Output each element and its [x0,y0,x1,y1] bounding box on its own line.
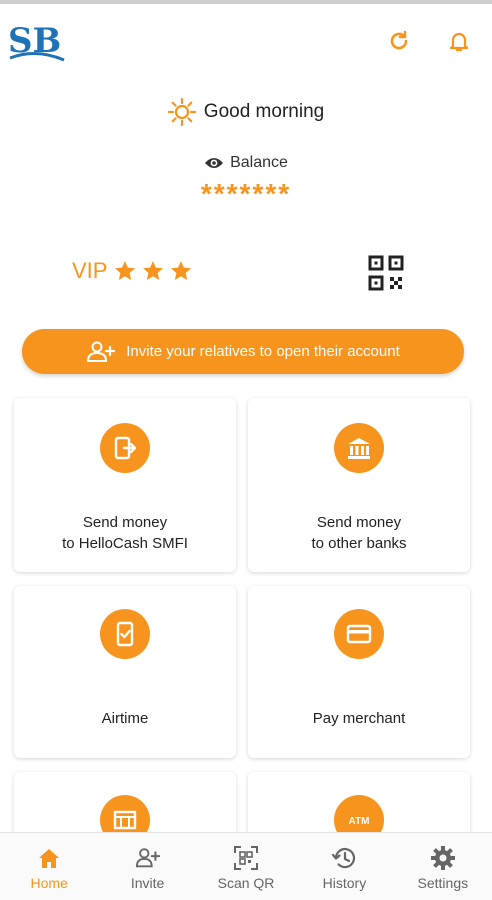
bottom-navigation: Home Invite Scan QR History Settings [0,832,492,900]
refresh-button[interactable] [384,26,414,56]
mobile-check-icon [100,609,150,659]
services-grid: Send money to HelloCash SMFI Send money … [0,392,492,832]
vip-stars [113,259,193,283]
atm-icon: ATM [334,795,384,832]
home-icon [36,845,62,871]
star-icon [171,261,192,280]
card-label: Send money to other banks [311,514,407,552]
notifications-button[interactable] [444,26,474,56]
svg-text:ATM: ATM [349,816,370,827]
star-icon [143,261,164,280]
nav-settings[interactable]: Settings [394,833,492,900]
scan-qr-icon [233,845,259,871]
star-icon [115,261,136,280]
nav-label: Invite [130,875,165,891]
eye-icon [205,158,224,168]
store-icon [100,795,150,832]
nav-label: Scan QR [217,875,275,891]
brand-logo: SB [6,14,68,70]
atm-card[interactable]: ATM [248,772,470,832]
nav-label: Settings [417,875,469,891]
nav-label: Home [30,875,68,891]
balance-label: Balance [230,154,288,171]
send-money-hellocash-card[interactable]: Send money to HelloCash SMFI [14,398,236,572]
svg-text:SB: SB [8,21,61,61]
qr-code-button[interactable] [368,255,404,291]
nav-home[interactable]: Home [0,833,98,900]
nav-history[interactable]: History [295,833,393,900]
refresh-icon [390,30,408,50]
balance-value: ******* [200,178,292,209]
card-label: Send money to HelloCash SMFI [62,514,188,552]
airtime-card[interactable]: Airtime [14,586,236,758]
invite-relatives-button[interactable]: Invite your relatives to open their acco… [22,329,464,374]
store-card[interactable] [14,772,236,832]
card-icon [334,609,384,659]
nav-invite[interactable]: Invite [98,833,196,900]
pay-merchant-card[interactable]: Pay merchant [248,586,470,758]
invite-banner-text: Invite your relatives to open their acco… [126,343,400,360]
qr-code-icon [368,255,404,291]
send-money-other-banks-card[interactable]: Send money to other banks [248,398,470,572]
add-user-icon [87,341,116,362]
greeting-text: Good morning [203,101,325,122]
card-label: Airtime [101,710,149,727]
gear-icon [430,845,456,871]
card-label: Pay merchant [312,710,406,727]
app-header: SB [0,4,492,74]
nav-scan-qr[interactable]: Scan QR [197,833,295,900]
phone-transfer-icon [100,423,150,473]
sun-icon [167,98,196,126]
history-icon [331,845,357,871]
bell-icon [449,32,469,52]
vip-label: VIP [72,258,108,283]
vip-status: VIP [72,258,193,284]
greeting: Good morning [0,98,492,126]
add-user-icon [135,845,161,871]
nav-label: History [322,875,367,891]
balance-toggle[interactable]: Balance [0,154,492,172]
bank-icon [334,423,384,473]
